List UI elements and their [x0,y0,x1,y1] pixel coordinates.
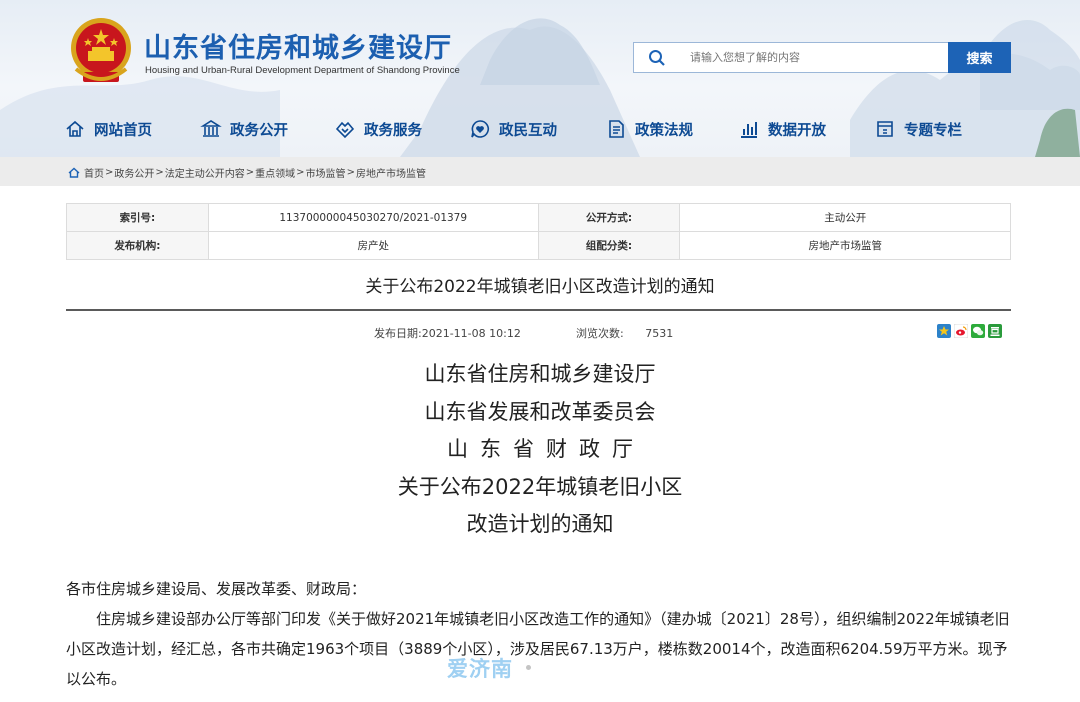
chat-heart-icon [471,120,489,138]
document-icon [609,120,624,138]
nav-label: 数据开放 [768,122,826,139]
publish-date: 发布日期:2021-11-08 10:12 [374,325,521,341]
issuer-label: 发布机构: [66,231,209,260]
document-heading: 山东省住房和城乡建设厅 山东省发展和改革委员会 山东省财政厅 关于公布2022年… [0,358,1080,546]
nav-label: 政务公开 [230,122,288,139]
column-icon [877,121,893,137]
weibo-icon[interactable] [954,324,968,338]
views-value: 7531 [645,327,674,340]
home-icon [66,120,84,137]
nav-item-home[interactable]: 网站首页 [64,114,152,144]
date-value: 2021-11-08 10:12 [421,327,521,340]
watermark: 爱济南 [447,657,513,681]
heading-line: 山东省发展和改革委员会 [424,399,656,424]
search-input[interactable] [680,44,948,71]
watermark-dot [526,665,531,670]
table-row: 索引号: 113700000045030270/2021-01379 公开方式:… [66,203,1011,232]
nav-item-government-affairs[interactable]: 政务公开 [200,114,288,144]
handshake-icon [335,121,355,139]
breadcrumb-real-estate[interactable]: 房地产市场监管 [356,165,426,180]
breadcrumb-key-areas[interactable]: 重点领域 [255,165,295,180]
bar-chart-icon [741,122,757,138]
breadcrumb: 首页 > 政务公开 > 法定主动公开内容 > 重点领域 > 市场监管 > 房地产市场监管 [68,165,426,180]
nav-label: 政民互动 [499,122,557,139]
breadcrumb-market-supervision[interactable]: 市场监管 [306,165,346,180]
building-icon [200,120,222,137]
site-subtitle: Housing and Urban-Rural Development Depa… [145,65,460,76]
issuer-value: 房产处 [207,231,539,260]
breadcrumb-government-affairs[interactable]: 政务公开 [114,165,154,180]
site-header: 山东省住房和城乡建设厅 Housing and Urban-Rural Deve… [0,0,1080,157]
index-label: 索引号: [66,203,209,232]
mode-value: 主动公开 [679,203,1011,232]
nav-label: 政务服务 [364,122,422,139]
salutation: 各市住房城乡建设局、发展改革委、财政局： [66,580,367,598]
wechat-icon[interactable] [971,324,985,338]
body-paragraph: 住房城乡建设部办公厅等部门印发《关于做好2021年城镇老旧小区改造工作的通知》（… [66,610,1010,688]
search-icon[interactable] [634,43,680,72]
breadcrumb-statutory-disclosure[interactable]: 法定主动公开内容 [165,165,245,180]
nav-item-policies[interactable]: 政策法规 [605,114,693,144]
heading-line: 山东省住房和城乡建设厅 [424,362,656,386]
qzone-icon[interactable] [937,324,951,338]
nav-label: 网站首页 [94,122,152,139]
share-bar [937,324,1002,338]
table-row: 发布机构: 房产处 组配分类: 房地产市场监管 [66,231,1011,260]
national-emblem-icon [71,18,131,82]
breadcrumb-bar: 首页 > 政务公开 > 法定主动公开内容 > 重点领域 > 市场监管 > 房地产市场监管 [0,157,1080,186]
index-value: 113700000045030270/2021-01379 [207,203,539,232]
nav-item-government-services[interactable]: 政务服务 [334,114,422,144]
heading-line: 关于公布2022年城镇老旧小区 [397,474,683,499]
nav-item-special-topics[interactable]: 专题专栏 [874,114,962,144]
info-table: 索引号: 113700000045030270/2021-01379 公开方式:… [66,203,1011,260]
heading-line: 山东省财政厅 [447,437,645,461]
main-nav: 网站首页 政务公开 政务服务 政民互动 政策法规 数据开放 专题专栏 [60,114,1020,144]
home-small-icon [68,167,80,178]
heading-line: 改造计划的通知 [466,512,614,536]
nav-label: 专题专栏 [904,122,962,139]
nav-item-interaction[interactable]: 政民互动 [469,114,557,144]
title-divider [66,309,1011,311]
category-value: 房地产市场监管 [679,231,1011,260]
search-box [633,42,949,73]
article-title: 关于公布2022年城镇老旧小区改造计划的通知 [365,277,715,297]
view-count: 浏览次数: 7531 [576,325,673,341]
site-title: 山东省住房和城乡建设厅 [144,33,452,64]
breadcrumb-home[interactable]: 首页 [84,165,104,180]
nav-label: 政策法规 [635,122,693,139]
date-label: 发布日期: [374,327,422,340]
search-button[interactable]: 搜索 [948,42,1011,73]
douban-icon[interactable] [988,324,1002,338]
category-label: 组配分类: [537,231,681,260]
mode-label: 公开方式: [537,203,681,232]
nav-item-open-data[interactable]: 数据开放 [738,114,826,144]
views-label: 浏览次数: [576,327,624,340]
